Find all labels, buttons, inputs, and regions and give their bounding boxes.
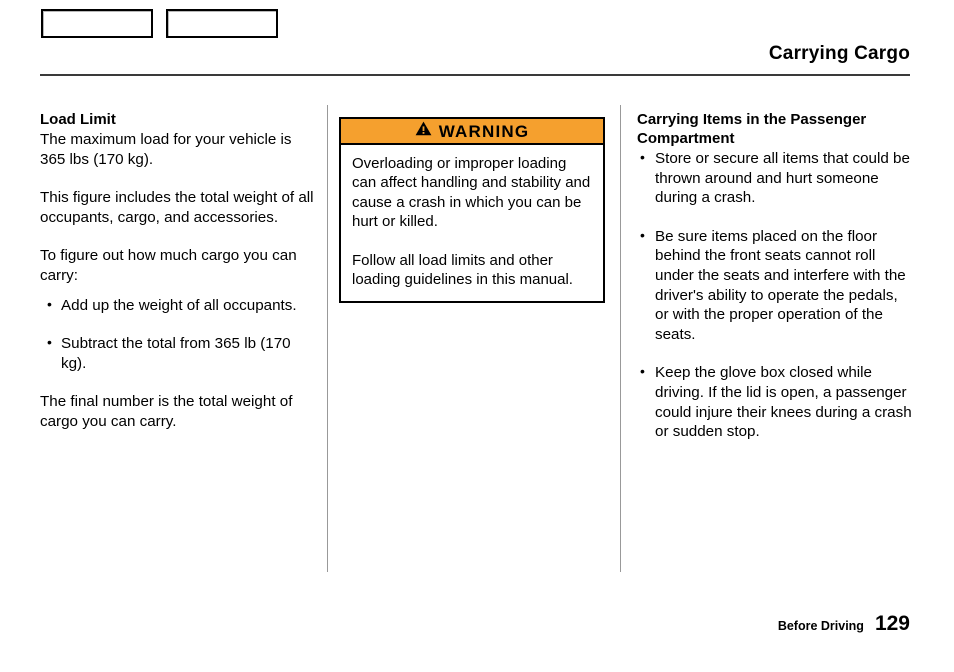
list-item: Keep the glove box closed while driving.… (640, 362, 914, 441)
warning-box: WARNING Overloading or improper loading … (339, 117, 605, 304)
right-column: Carrying Items in the Passenger Compartm… (637, 110, 914, 442)
load-limit-bullet-list: Add up the weight of all occupants. Subt… (40, 295, 315, 374)
footer-section-label: Before Driving (777, 619, 864, 633)
header-rule (40, 74, 910, 76)
column-divider-right (620, 105, 621, 572)
footer-page-number: 129 (874, 612, 910, 635)
left-column: Load Limit The maximum load for your veh… (40, 110, 315, 432)
passenger-compartment-heading: Carrying Items in the Passenger Compartm… (637, 111, 867, 147)
list-item: Store or secure all items that could be … (640, 148, 914, 208)
page-footer: Before Driving 129 (778, 612, 910, 636)
top-tab-boxes (41, 9, 278, 38)
list-item: Subtract the total from 365 lb (170 kg). (47, 333, 315, 373)
warning-triangle-icon (415, 121, 432, 141)
warning-paragraph-2: Follow all load limits and other loading… (352, 251, 573, 289)
load-limit-paragraph-3: To figure out how much cargo you can car… (40, 247, 297, 284)
tab-box-1[interactable] (41, 9, 153, 38)
warning-paragraph-1: Overloading or improper loading can affe… (352, 155, 591, 231)
warning-body: Overloading or improper loading can affe… (341, 145, 603, 301)
list-item: Be sure items placed on the floor behind… (640, 226, 914, 345)
page-title: Carrying Cargo (768, 43, 910, 64)
passenger-compartment-bullet-list: Store or secure all items that could be … (637, 148, 914, 442)
warning-label: WARNING (438, 121, 530, 141)
warning-header: WARNING (341, 119, 603, 145)
load-limit-heading: Load Limit (40, 111, 116, 128)
load-limit-paragraph-4: The final number is the total weight of … (40, 393, 293, 430)
load-limit-paragraph-1: The maximum load for your vehicle is 365… (40, 131, 292, 168)
column-divider-left (327, 105, 328, 572)
list-item: Add up the weight of all occupants. (47, 295, 315, 316)
load-limit-paragraph-2: This figure includes the total weight of… (40, 189, 314, 226)
tab-box-2[interactable] (166, 9, 278, 38)
